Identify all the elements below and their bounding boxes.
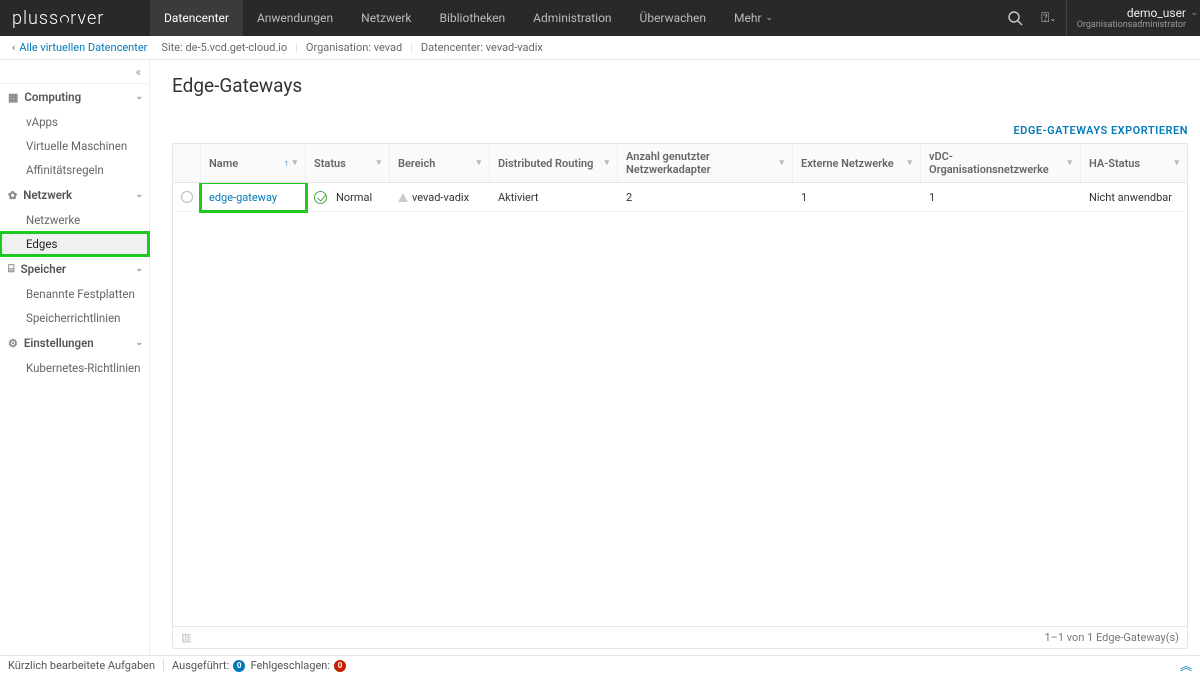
- sidebar: « ▦ Computing ⌄ vApps Virtuelle Maschine…: [0, 60, 150, 655]
- th-extnet[interactable]: Externe Netzwerke▾: [793, 144, 921, 182]
- user-menu[interactable]: demo_user Organisationsadministrator ⌄: [1066, 0, 1200, 36]
- sidebar-item-networks[interactable]: Netzwerke: [0, 208, 149, 232]
- chevron-down-icon: ⌄: [135, 264, 143, 274]
- breadcrumb-back[interactable]: Alle virtuellen Datencenter: [19, 41, 147, 54]
- network-icon: ✿: [8, 189, 17, 202]
- sidebar-group-network[interactable]: ✿ Netzwerk ⌄: [0, 182, 149, 208]
- sidebar-item-vapps[interactable]: vApps: [0, 110, 149, 134]
- table-row[interactable]: edge-gateway Normal vevad-vadix Aktivier…: [173, 183, 1187, 212]
- nav-more-label: Mehr: [734, 11, 762, 25]
- status-ok-icon: [314, 189, 336, 205]
- th-name[interactable]: Name↑▾: [201, 144, 306, 182]
- sidebar-item-storagepolicies[interactable]: Speicherrichtlinien: [0, 306, 149, 330]
- filter-icon[interactable]: ▾: [779, 158, 784, 168]
- brand-logo: plussrver: [0, 8, 150, 29]
- chevron-down-icon: ⌄: [766, 13, 774, 23]
- grid-icon: ▦: [8, 91, 18, 104]
- th-ha[interactable]: HA-Status▾: [1081, 144, 1187, 182]
- filter-icon[interactable]: ▾: [376, 158, 381, 168]
- sidebar-group-storage[interactable]: ⌸ Speicher ⌄: [0, 256, 149, 282]
- nav-bibliotheken[interactable]: Bibliotheken: [426, 0, 520, 36]
- nav-more[interactable]: Mehr ⌄: [720, 0, 787, 36]
- back-icon[interactable]: ‹: [12, 41, 15, 54]
- edge-name-link[interactable]: edge-gateway: [209, 191, 277, 204]
- sidebar-item-affinity[interactable]: Affinitätsregeln: [0, 158, 149, 182]
- sidebar-item-k8s[interactable]: Kubernetes-Richtlinien: [0, 356, 149, 380]
- cell-drouting: Aktiviert: [490, 183, 618, 211]
- statusbar-tasks[interactable]: Kürzlich bearbeitete Aufgaben: [8, 659, 164, 672]
- filter-icon[interactable]: ▾: [1067, 158, 1072, 168]
- breadcrumb-site: de-5.vcd.get-cloud.io: [185, 41, 287, 54]
- filter-icon[interactable]: ▾: [1174, 158, 1179, 168]
- th-orgnet[interactable]: vDC-Organisationsnetzwerke▾: [921, 144, 1081, 182]
- user-name: demo_user: [1077, 6, 1186, 20]
- cell-extnet: 1: [793, 183, 921, 211]
- sidebar-item-edges[interactable]: Edges: [0, 232, 149, 256]
- chevron-down-icon: ⌄: [135, 92, 143, 102]
- nav-ueberwachen[interactable]: Überwachen: [626, 0, 720, 36]
- sidebar-group-label: Computing: [24, 90, 81, 104]
- running-badge: 0: [233, 660, 245, 672]
- sidebar-group-label: Speicher: [21, 262, 66, 276]
- sidebar-group-settings[interactable]: ⚙ Einstellungen ⌄: [0, 330, 149, 356]
- columns-icon[interactable]: ▥: [181, 631, 191, 644]
- th-drouting[interactable]: Distributed Routing▾: [490, 144, 618, 182]
- nav-datacenter[interactable]: Datencenter: [150, 0, 243, 36]
- gear-icon: ⚙: [8, 337, 18, 350]
- th-adapters[interactable]: Anzahl genutzter Netzwerkadapter▾: [618, 144, 793, 182]
- filter-icon[interactable]: ▾: [907, 158, 912, 168]
- sidebar-item-vms[interactable]: Virtuelle Maschinen: [0, 134, 149, 158]
- filter-icon[interactable]: ▾: [292, 158, 297, 168]
- nav-anwendungen[interactable]: Anwendungen: [243, 0, 347, 36]
- breadcrumb-org-label: Organisation:: [306, 41, 371, 54]
- sidebar-collapse-icon[interactable]: «: [0, 60, 149, 84]
- export-link[interactable]: EDGE-GATEWAYS EXPORTIEREN: [1013, 124, 1188, 137]
- breadcrumb-dc: vevad-vadix: [486, 41, 543, 54]
- page-title: Edge-Gateways: [172, 74, 1188, 97]
- chevron-down-icon: ⌄: [135, 338, 143, 348]
- breadcrumb-org: vevad: [374, 41, 402, 54]
- status-text: Normal: [336, 191, 372, 204]
- topnav: plussrver Datencenter Anwendungen Netzwe…: [0, 0, 1200, 36]
- chevron-down-icon: ⌄: [135, 190, 143, 200]
- search-icon[interactable]: [998, 10, 1032, 26]
- breadcrumb-site-label: Site:: [161, 41, 182, 54]
- nav-netzwerk[interactable]: Netzwerk: [347, 0, 425, 36]
- sidebar-group-label: Netzwerk: [23, 188, 72, 202]
- table-footer-count: 1–1 von 1 Edge-Gateway(s): [1044, 631, 1179, 644]
- failed-badge: 0: [334, 660, 346, 672]
- cell-orgnet: 1: [921, 183, 1081, 211]
- edge-table: Name↑▾ Status▾ Bereich▾ Distributed Rout…: [172, 143, 1188, 649]
- sort-asc-icon: ↑: [284, 158, 289, 169]
- statusbar-running: Ausgeführt: 0 Fehlgeschlagen: 0: [172, 659, 354, 672]
- scope-text: vevad-vadix: [412, 191, 469, 204]
- th-scope[interactable]: Bereich▾: [390, 144, 490, 182]
- cell-ha: Nicht anwendbar: [1081, 183, 1187, 211]
- nav-administration[interactable]: Administration: [519, 0, 625, 36]
- chevron-down-icon: ⌄: [1190, 8, 1198, 18]
- row-radio[interactable]: [181, 191, 193, 203]
- expand-icon[interactable]: ︽: [1180, 657, 1192, 674]
- user-role: Organisationsadministrator: [1077, 20, 1186, 30]
- statusbar: Kürzlich bearbeitete Aufgaben Ausgeführt…: [0, 655, 1200, 675]
- cell-adapters: 2: [618, 183, 793, 211]
- breadcrumb-dc-label: Datencenter:: [421, 41, 483, 54]
- sidebar-group-computing[interactable]: ▦ Computing ⌄: [0, 84, 149, 110]
- th-select: [173, 144, 201, 182]
- breadcrumb: ‹ Alle virtuellen Datencenter Site: de-5…: [0, 36, 1200, 60]
- th-status[interactable]: Status▾: [306, 144, 390, 182]
- scope-icon: [398, 193, 408, 202]
- filter-icon[interactable]: ▾: [476, 158, 481, 168]
- sidebar-item-disks[interactable]: Benannte Festplatten: [0, 282, 149, 306]
- content: Edge-Gateways EDGE-GATEWAYS EXPORTIEREN …: [150, 60, 1200, 655]
- filter-icon[interactable]: ▾: [604, 158, 609, 168]
- sidebar-group-label: Einstellungen: [24, 336, 94, 350]
- storage-icon: ⌸: [8, 262, 15, 276]
- help-icon[interactable]: ⍰⌄: [1032, 10, 1066, 26]
